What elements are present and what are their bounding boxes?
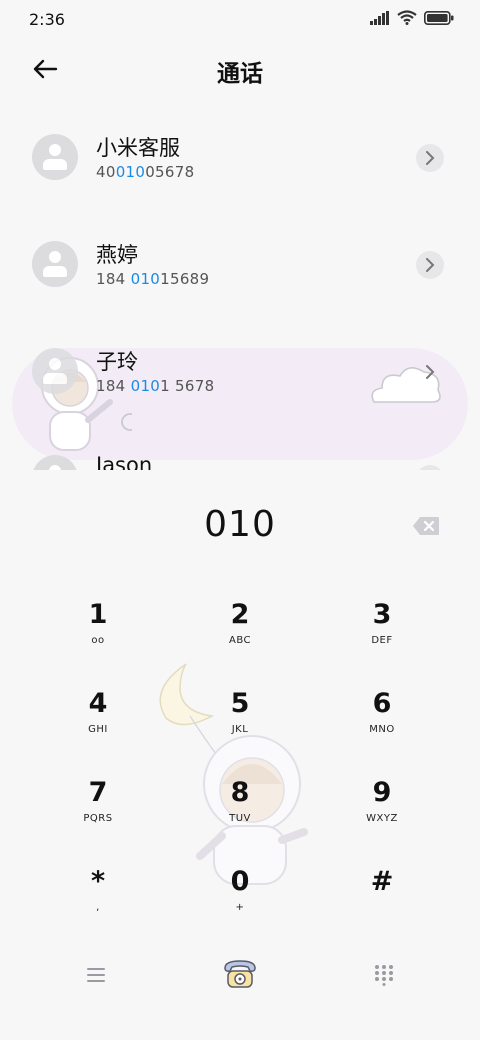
contact-name: 子玲: [96, 350, 138, 374]
wifi-icon: [397, 10, 417, 25]
key-9[interactable]: 9 WXYZ: [322, 776, 442, 856]
contact-name: Jason: [96, 453, 153, 470]
key-0[interactable]: 0 +: [180, 865, 300, 945]
dialpad-button[interactable]: [374, 964, 394, 986]
dialed-digits: 010: [204, 504, 276, 545]
contact-number: 4001005678: [96, 163, 195, 181]
signal-icon: [370, 10, 389, 25]
contact-detail-button[interactable]: [416, 144, 444, 172]
key-5[interactable]: 5 JKL: [180, 687, 300, 767]
contact-number: 184 01015689: [96, 270, 210, 288]
chevron-right-icon: [426, 151, 435, 165]
avatar: [32, 241, 78, 287]
chevron-right-icon: [426, 365, 435, 379]
dial-display: 010: [0, 500, 480, 560]
page-title: 通话: [217, 61, 263, 87]
status-bar: 2:36: [0, 0, 480, 38]
contact-row[interactable]: Jason: [0, 431, 480, 470]
dialpad-icon: [375, 965, 393, 986]
avatar: [32, 455, 78, 470]
avatar: [32, 348, 78, 394]
contact-detail-button[interactable]: [416, 358, 444, 386]
contact-number: 184 0101 5678: [96, 377, 215, 395]
status-icons: [370, 10, 454, 25]
bottom-bar: [0, 948, 480, 1004]
chevron-right-icon: [426, 258, 435, 272]
contact-name: 燕婷: [96, 243, 138, 267]
contact-detail-button[interactable]: [416, 465, 444, 470]
key-8[interactable]: 8 TUV: [180, 776, 300, 856]
avatar: [32, 134, 78, 180]
key-star[interactable]: *,: [38, 865, 158, 945]
header: 通话: [0, 48, 480, 92]
backspace-icon: [413, 517, 439, 535]
backspace-button[interactable]: [412, 516, 440, 536]
key-3[interactable]: 3 DEF: [322, 598, 442, 678]
status-time: 2:36: [29, 10, 65, 29]
contact-row[interactable]: 子玲 184 0101 5678: [0, 324, 480, 420]
battery-icon: [424, 10, 454, 25]
contact-list[interactable]: 小米客服 4001005678 燕婷 184 01015689 子玲 184 0…: [0, 110, 480, 470]
key-7[interactable]: 7 PQRS: [38, 776, 158, 856]
key-hash[interactable]: #: [322, 865, 442, 945]
contact-row[interactable]: 燕婷 184 01015689: [0, 217, 480, 313]
menu-icon: [87, 968, 105, 982]
contact-row[interactable]: 小米客服 4001005678: [0, 110, 480, 206]
menu-button[interactable]: [86, 966, 106, 984]
key-1[interactable]: 1 ᴏᴏ: [38, 598, 158, 678]
key-2[interactable]: 2 ABC: [180, 598, 300, 678]
contact-name: 小米客服: [96, 136, 180, 160]
contact-detail-button[interactable]: [416, 251, 444, 279]
call-button[interactable]: [222, 958, 258, 990]
key-4[interactable]: 4 GHI: [38, 687, 158, 767]
phone-icon: [224, 960, 256, 988]
key-6[interactable]: 6 MNO: [322, 687, 442, 767]
